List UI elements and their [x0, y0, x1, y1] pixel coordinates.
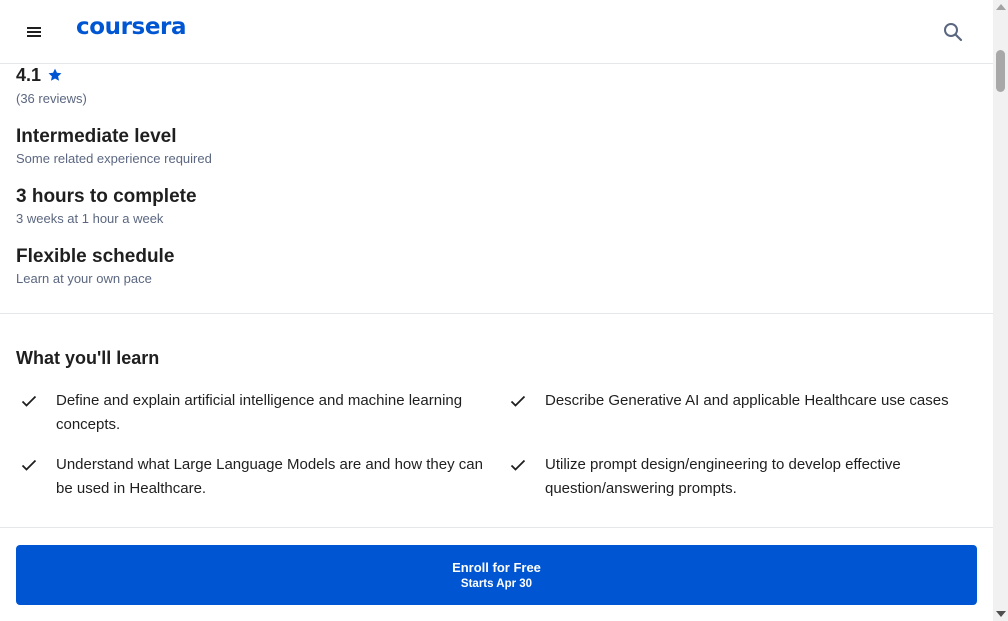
- coursera-logo[interactable]: coursera: [76, 14, 187, 40]
- footer-divider: [0, 527, 993, 528]
- learn-item-text: Utilize prompt design/engineering to dev…: [545, 456, 901, 497]
- checkmark-icon: [21, 395, 37, 407]
- schedule-subtitle: Learn at your own pace: [16, 271, 152, 286]
- checkmark-icon: [510, 395, 526, 407]
- rating-value: 4.1: [16, 64, 42, 85]
- duration-title: 3 hours to complete: [16, 186, 197, 207]
- checkmark-icon: [21, 459, 37, 471]
- scroll-up-arrow-icon[interactable]: [996, 4, 1006, 10]
- checkmark-icon: [510, 459, 526, 471]
- reviews-count[interactable]: (36 reviews): [16, 91, 87, 106]
- duration-info: 3 hours to complete 3 weeks at 1 hour a …: [16, 185, 197, 226]
- level-subtitle: Some related experience required: [16, 151, 212, 166]
- scroll-down-arrow-icon[interactable]: [996, 611, 1006, 617]
- learn-item: Utilize prompt design/engineering to dev…: [509, 453, 969, 501]
- learn-item: Understand what Large Language Models ar…: [20, 453, 490, 501]
- menu-line: [27, 27, 41, 29]
- learn-item: Define and explain artificial intelligen…: [20, 389, 490, 437]
- level-info: Intermediate level Some related experien…: [16, 125, 212, 166]
- enroll-start-date: Starts Apr 30: [460, 577, 533, 590]
- course-rating: 4.1: [16, 64, 63, 86]
- menu-line: [27, 35, 41, 37]
- enroll-label: Enroll for Free: [452, 559, 541, 575]
- schedule-title: Flexible schedule: [16, 246, 175, 267]
- duration-subtitle: 3 weeks at 1 hour a week: [16, 211, 164, 226]
- hamburger-menu-icon[interactable]: [24, 22, 44, 42]
- learn-item-text: Define and explain artificial intelligen…: [56, 392, 463, 433]
- learn-item-text: Understand what Large Language Models ar…: [56, 456, 483, 497]
- learn-section-title: What you'll learn: [16, 348, 160, 368]
- page-scrollbar[interactable]: [993, 0, 1008, 621]
- section-divider: [0, 313, 993, 314]
- enroll-button[interactable]: Enroll for Free Starts Apr 30: [16, 545, 977, 605]
- schedule-info: Flexible schedule Learn at your own pace: [16, 245, 174, 286]
- menu-line: [27, 31, 41, 33]
- learn-item: Describe Generative AI and applicable He…: [509, 389, 969, 413]
- scroll-thumb[interactable]: [996, 50, 1005, 92]
- level-title: Intermediate level: [16, 126, 177, 147]
- top-header: coursera: [0, 0, 993, 64]
- star-icon: [48, 68, 62, 81]
- search-icon[interactable]: [942, 21, 964, 43]
- learn-item-text: Describe Generative AI and applicable He…: [545, 392, 949, 409]
